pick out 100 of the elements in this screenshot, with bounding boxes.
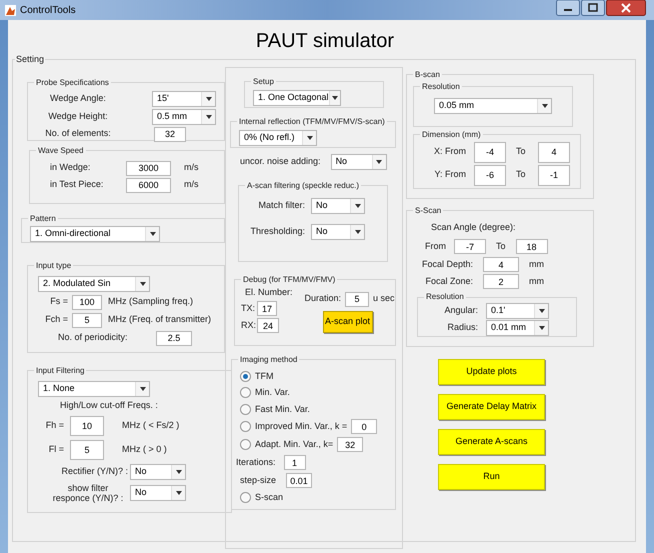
- action-button[interactable]: Run: [438, 464, 545, 490]
- text-field[interactable]: 0.01: [286, 473, 312, 488]
- field-label: mm: [529, 274, 544, 288]
- radio-button[interactable]: [240, 439, 251, 450]
- group-title: Setup: [252, 76, 275, 88]
- text-field[interactable]: 5: [72, 312, 102, 328]
- caret-icon: [206, 114, 212, 118]
- radio-button[interactable]: [240, 404, 251, 415]
- text-field[interactable]: 4: [483, 257, 519, 272]
- field-label: TFM: [255, 370, 274, 382]
- text-field[interactable]: -4: [474, 142, 506, 162]
- text-field[interactable]: -7: [454, 239, 486, 254]
- group-title: B-scan: [414, 68, 441, 80]
- caret-icon: [354, 204, 360, 208]
- text-field[interactable]: 24: [257, 318, 279, 333]
- caret-icon: [332, 96, 338, 100]
- caret-icon: [150, 232, 156, 236]
- field-label: To: [496, 240, 506, 253]
- action-button[interactable]: Generate A-scans: [438, 428, 545, 454]
- text-field[interactable]: 0: [351, 419, 378, 434]
- field-label: Fs =: [49, 295, 68, 308]
- radio-button[interactable]: [240, 370, 251, 382]
- field-label: MHz (Freq. of transmitter): [108, 313, 212, 326]
- dropdown[interactable]: 1. Omni-directional: [30, 226, 160, 242]
- field-label: MHz ( < Fs/2 ): [122, 419, 180, 432]
- group-title: Input type: [35, 260, 72, 272]
- field-label: High/Low cut-off Freqs. :: [60, 398, 159, 412]
- field-label: No. of elements:: [44, 127, 112, 140]
- text-field[interactable]: 3000: [126, 160, 171, 176]
- field-label: From: [425, 240, 446, 253]
- field-label: uncor. noise adding:: [240, 154, 321, 168]
- group-title: Imaging method: [239, 354, 298, 366]
- dropdown[interactable]: 0.05 mm: [434, 98, 552, 114]
- dropdown[interactable]: No: [311, 198, 365, 214]
- text-field[interactable]: 2.5: [156, 330, 192, 346]
- field-label: Focal Depth:: [420, 258, 473, 271]
- dropdown[interactable]: 15': [152, 90, 216, 106]
- group-title: Debug (for TFM/MV/FMV): [242, 274, 336, 286]
- field-label: in Test Piece:: [50, 178, 104, 192]
- caret-icon: [354, 230, 360, 234]
- dropdown[interactable]: No: [311, 224, 365, 240]
- field-label: Match filter:: [257, 198, 305, 212]
- text-field[interactable]: -6: [474, 164, 506, 186]
- window-title: ControlTools: [20, 4, 76, 18]
- dropdown[interactable]: 1. One Octagonal: [253, 90, 341, 106]
- text-field[interactable]: 17: [257, 301, 277, 316]
- group-title: Pattern: [29, 212, 57, 224]
- text-field[interactable]: 18: [516, 239, 548, 254]
- radio-button[interactable]: [240, 492, 251, 504]
- field-label: Focal Zone:: [424, 274, 473, 288]
- a-scan-plot-button[interactable]: A-scan plot: [322, 310, 373, 332]
- text-field[interactable]: 1: [284, 455, 306, 470]
- group-title: Resolution: [425, 291, 465, 303]
- action-button[interactable]: Update plots: [438, 358, 545, 384]
- text-field[interactable]: 10: [70, 416, 104, 436]
- caret-icon: [140, 282, 146, 286]
- dropdown[interactable]: No: [130, 464, 186, 480]
- group-title: Setting: [15, 53, 46, 66]
- dropdown[interactable]: No: [330, 154, 387, 170]
- text-field[interactable]: 6000: [126, 178, 171, 192]
- dropdown[interactable]: 0.1': [486, 303, 549, 319]
- text-field[interactable]: -1: [538, 164, 570, 186]
- text-field[interactable]: 2: [483, 274, 519, 289]
- field-label: u sec: [373, 292, 395, 306]
- field-label: Fh =: [44, 419, 64, 432]
- dropdown[interactable]: 0% (No refl.): [239, 130, 317, 146]
- field-label: in Wedge:: [50, 161, 92, 174]
- field-label: Fl =: [48, 443, 64, 456]
- text-field[interactable]: 100: [72, 294, 102, 310]
- field-label: Thresholding:: [249, 224, 305, 238]
- dropdown[interactable]: No: [130, 485, 186, 501]
- text-field[interactable]: 5: [345, 292, 370, 306]
- radio-button[interactable]: [240, 387, 251, 398]
- field-label: MHz ( > 0 ): [122, 443, 167, 456]
- text-field[interactable]: 5: [70, 440, 104, 460]
- field-label: Rectifier (Y/N)? :: [60, 465, 128, 478]
- field-label: No. of periodicity:: [58, 331, 129, 344]
- field-label: Adapt. Min. Var., k=: [255, 438, 334, 451]
- text-field[interactable]: 32: [337, 437, 364, 452]
- text-field[interactable]: 32: [154, 126, 186, 142]
- dropdown[interactable]: 0.01 mm: [486, 320, 549, 336]
- maximize-icon[interactable]: [581, 0, 605, 16]
- action-button[interactable]: Generate Delay Matrix: [438, 394, 545, 420]
- field-label: To: [516, 145, 527, 158]
- dropdown[interactable]: 0.5 mm: [152, 108, 216, 124]
- group-title: Wave Speed: [37, 144, 85, 156]
- field-label: mm: [529, 258, 544, 271]
- group-title: A-scan filtering (speckle reduc.): [246, 180, 360, 192]
- caret-icon: [176, 470, 182, 474]
- dropdown[interactable]: 1. None: [38, 380, 150, 396]
- text-field[interactable]: 4: [538, 142, 570, 162]
- field-label: Wedge Height:: [47, 110, 109, 123]
- dropdown[interactable]: 2. Modulated Sin: [38, 276, 150, 292]
- field-label: MHz (Sampling freq.): [108, 295, 194, 308]
- field-label: Y: From: [433, 168, 466, 182]
- minimize-icon[interactable]: [556, 0, 580, 16]
- close-icon[interactable]: [606, 0, 646, 16]
- radio-button[interactable]: [240, 421, 251, 432]
- field-label: TX:: [241, 302, 255, 315]
- field-label: Duration:: [304, 292, 342, 306]
